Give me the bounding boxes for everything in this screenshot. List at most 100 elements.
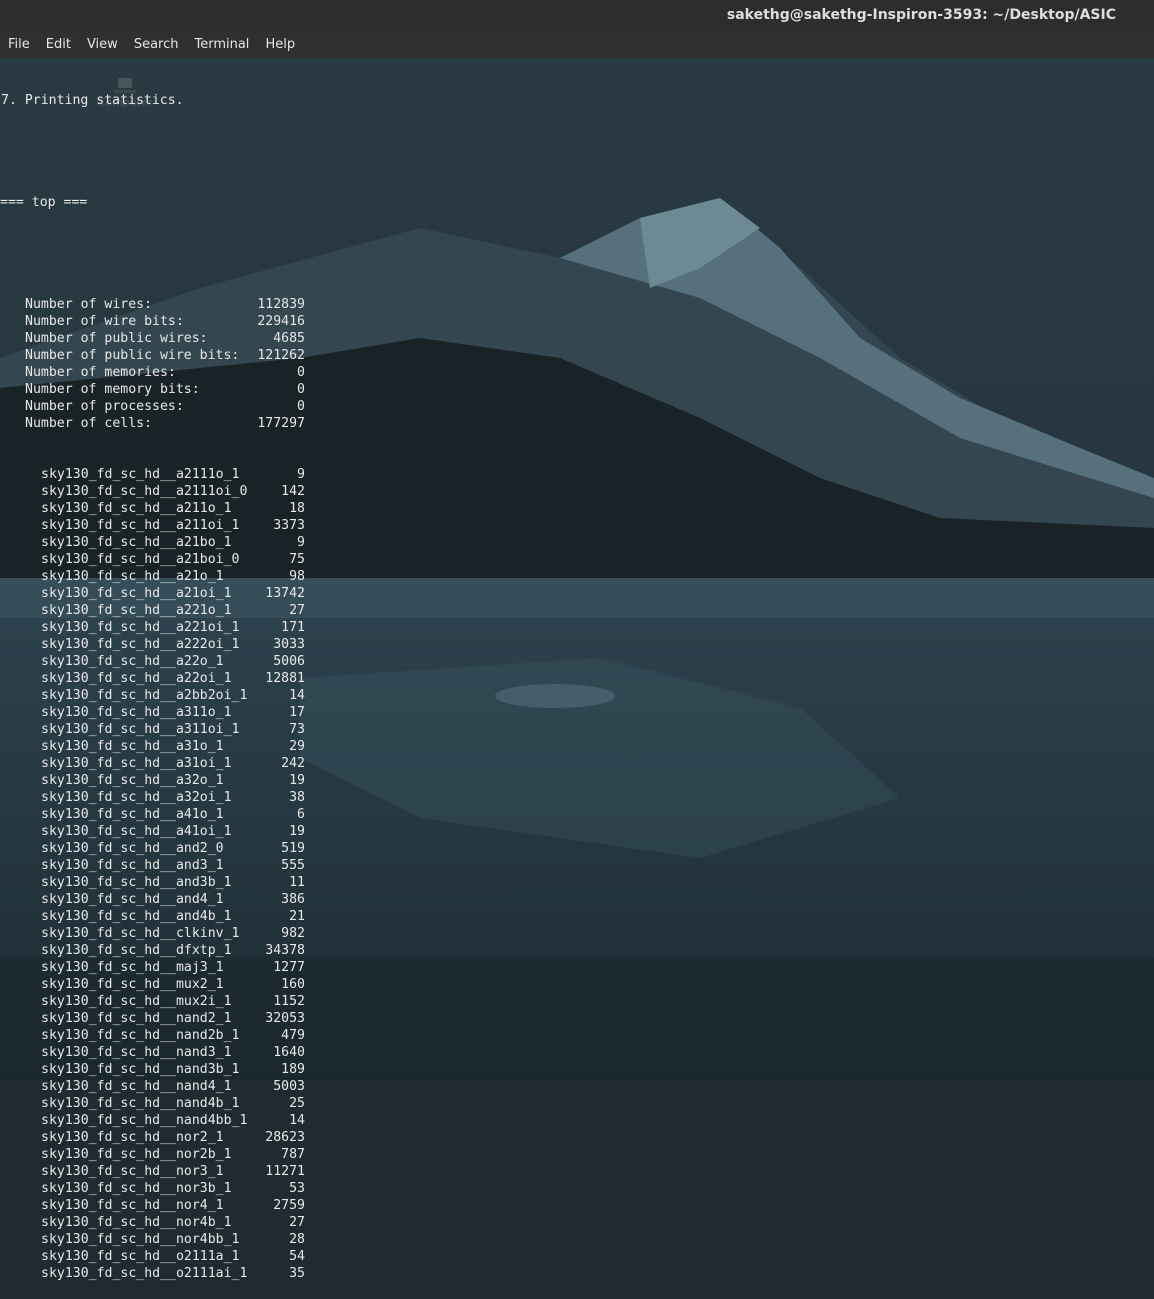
cell-row: sky130_fd_sc_hd__nor4_1 2759: [0, 1197, 1154, 1214]
cell-row: sky130_fd_sc_hd__nand2b_1 479: [0, 1027, 1154, 1044]
cell-row: sky130_fd_sc_hd__a222oi_1 3033: [0, 636, 1154, 653]
cell-name: sky130_fd_sc_hd__nor4_1: [41, 1198, 224, 1213]
cell-name: sky130_fd_sc_hd__dfxtp_1: [41, 943, 232, 958]
cell-row: sky130_fd_sc_hd__o2111ai_1 35: [0, 1265, 1154, 1282]
cell-row: sky130_fd_sc_hd__a31oi_1 242: [0, 755, 1154, 772]
menu-edit[interactable]: Edit: [38, 32, 79, 58]
cell-row: sky130_fd_sc_hd__a22oi_1 12881: [0, 670, 1154, 687]
cell-count: 242: [281, 756, 305, 771]
cell-name: sky130_fd_sc_hd__a21oi_1: [41, 586, 232, 601]
cell-row: sky130_fd_sc_hd__a21o_1 98: [0, 568, 1154, 585]
cell-row: sky130_fd_sc_hd__a311oi_1 73: [0, 721, 1154, 738]
window-titlebar[interactable]: sakethg@sakethg-Inspiron-3593: ~/Desktop…: [0, 0, 1154, 32]
cell-count: 53: [289, 1181, 305, 1196]
terminal-output[interactable]: 7. Printing statistics. === top === Numb…: [0, 58, 1154, 1281]
cell-count: 19: [289, 773, 305, 788]
cell-row: sky130_fd_sc_hd__a21bo_1 9: [0, 534, 1154, 551]
cell-count: 11: [289, 875, 305, 890]
cell-row: sky130_fd_sc_hd__nand3b_1 189: [0, 1061, 1154, 1078]
stat-value: 4685: [273, 331, 305, 346]
stat-value: 229416: [257, 314, 305, 329]
cell-name: sky130_fd_sc_hd__maj3_1: [41, 960, 224, 975]
cell-count: 982: [281, 926, 305, 941]
cell-count: 25: [289, 1096, 305, 1111]
cell-count: 171: [281, 620, 305, 635]
cell-row: sky130_fd_sc_hd__a22o_1 5006: [0, 653, 1154, 670]
stat-label: Number of wire bits:: [25, 314, 184, 329]
cell-count: 142: [281, 484, 305, 499]
cell-name: sky130_fd_sc_hd__and4b_1: [41, 909, 232, 924]
cell-row: sky130_fd_sc_hd__a31o_1 29: [0, 738, 1154, 755]
cell-name: sky130_fd_sc_hd__nor4b_1: [41, 1215, 232, 1230]
cell-name: sky130_fd_sc_hd__and3b_1: [41, 875, 232, 890]
cell-count: 73: [289, 722, 305, 737]
menu-file[interactable]: File: [0, 32, 38, 58]
stat-row: Number of cells: 177297: [0, 415, 1154, 432]
cell-name: sky130_fd_sc_hd__mux2i_1: [41, 994, 232, 1009]
cell-count: 12881: [265, 671, 305, 686]
cell-row: sky130_fd_sc_hd__nor4bb_1 28: [0, 1231, 1154, 1248]
cell-row: sky130_fd_sc_hd__a2111oi_0 142: [0, 483, 1154, 500]
cell-row: sky130_fd_sc_hd__a221o_1 27: [0, 602, 1154, 619]
cell-count: 27: [289, 603, 305, 618]
cell-count: 13742: [265, 586, 305, 601]
menu-terminal[interactable]: Terminal: [186, 32, 257, 58]
cell-name: sky130_fd_sc_hd__a21o_1: [41, 569, 224, 584]
stat-row: Number of memories: 0: [0, 364, 1154, 381]
cell-count: 32053: [265, 1011, 305, 1026]
cell-name: sky130_fd_sc_hd__a2111oi_0: [41, 484, 248, 499]
cell-name: sky130_fd_sc_hd__a21bo_1: [41, 535, 232, 550]
cell-row: sky130_fd_sc_hd__nand3_1 1640: [0, 1044, 1154, 1061]
cell-count: 555: [281, 858, 305, 873]
cell-row: sky130_fd_sc_hd__a311o_1 17: [0, 704, 1154, 721]
cell-count: 18: [289, 501, 305, 516]
cell-name: sky130_fd_sc_hd__nor3_1: [41, 1164, 224, 1179]
stat-value: 0: [297, 382, 305, 397]
cell-count: 2759: [273, 1198, 305, 1213]
cell-row: sky130_fd_sc_hd__mux2i_1 1152: [0, 993, 1154, 1010]
cell-count: 1640: [273, 1045, 305, 1060]
cell-row: sky130_fd_sc_hd__a21boi_0 75: [0, 551, 1154, 568]
cell-count: 9: [297, 535, 305, 550]
stat-row: Number of public wires: 4685: [0, 330, 1154, 347]
cell-name: sky130_fd_sc_hd__a311oi_1: [41, 722, 240, 737]
cell-row: sky130_fd_sc_hd__a41o_1 6: [0, 806, 1154, 823]
cell-count: 386: [281, 892, 305, 907]
stat-label: Number of public wire bits:: [25, 348, 240, 363]
cell-count: 27: [289, 1215, 305, 1230]
stat-value: 121262: [257, 348, 305, 363]
menu-view[interactable]: View: [79, 32, 126, 58]
cell-row: sky130_fd_sc_hd__and3b_1 11: [0, 874, 1154, 891]
cell-name: sky130_fd_sc_hd__nand3_1: [41, 1045, 232, 1060]
cell-name: sky130_fd_sc_hd__and4_1: [41, 892, 224, 907]
cell-row: sky130_fd_sc_hd__o2111a_1 54: [0, 1248, 1154, 1265]
cell-count: 479: [281, 1028, 305, 1043]
menu-help[interactable]: Help: [257, 32, 303, 58]
cell-name: sky130_fd_sc_hd__o2111ai_1: [41, 1266, 248, 1281]
cell-name: sky130_fd_sc_hd__o2111a_1: [41, 1249, 240, 1264]
cell-name: sky130_fd_sc_hd__nor3b_1: [41, 1181, 232, 1196]
cell-count: 9: [297, 467, 305, 482]
cell-row: sky130_fd_sc_hd__nor4b_1 27: [0, 1214, 1154, 1231]
cell-count: 787: [281, 1147, 305, 1162]
cell-name: sky130_fd_sc_hd__a2111o_1: [41, 467, 240, 482]
cell-row: sky130_fd_sc_hd__and2_0 519: [0, 840, 1154, 857]
terminal-line: 7. Printing statistics.: [1, 93, 184, 108]
cell-count: 3033: [273, 637, 305, 652]
cell-count: 21: [289, 909, 305, 924]
cell-count: 189: [281, 1062, 305, 1077]
stat-row: Number of processes: 0: [0, 398, 1154, 415]
stat-row: Number of wires: 112839: [0, 296, 1154, 313]
cell-name: sky130_fd_sc_hd__a211o_1: [41, 501, 232, 516]
cell-row: sky130_fd_sc_hd__nor2b_1 787: [0, 1146, 1154, 1163]
cell-row: sky130_fd_sc_hd__nor2_1 28623: [0, 1129, 1154, 1146]
cell-row: sky130_fd_sc_hd__a221oi_1 171: [0, 619, 1154, 636]
cell-count: 11271: [265, 1164, 305, 1179]
menu-search[interactable]: Search: [126, 32, 187, 58]
cell-count: 29: [289, 739, 305, 754]
stat-value: 0: [297, 365, 305, 380]
cell-name: sky130_fd_sc_hd__and3_1: [41, 858, 224, 873]
cell-name: sky130_fd_sc_hd__nor4bb_1: [41, 1232, 240, 1247]
stat-label: Number of cells:: [25, 416, 153, 431]
